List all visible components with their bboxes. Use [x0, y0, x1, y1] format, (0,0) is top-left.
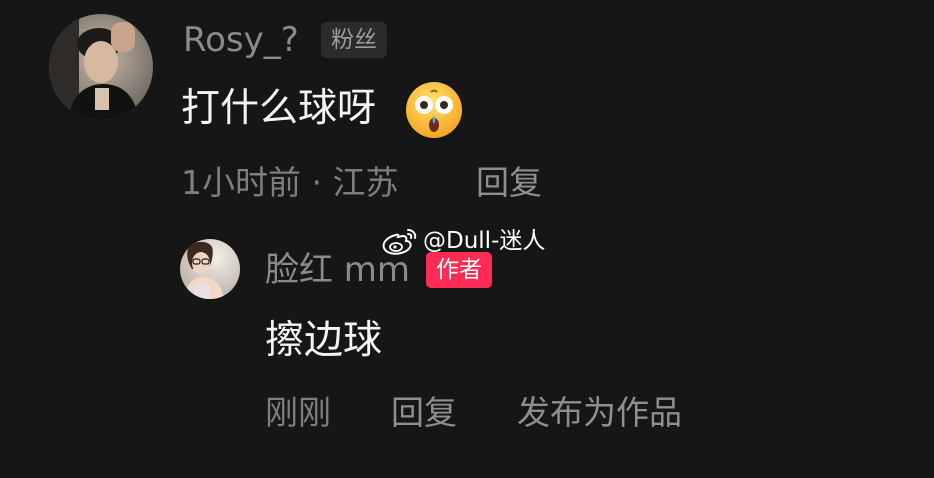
reply-text: 擦边球	[265, 318, 383, 363]
comment-thread: Rosy_? 粉丝 打什么球呀 1小时前 · 江苏 回复 @Dull-迷人 脸红…	[0, 0, 934, 478]
reply-button[interactable]: 回复	[476, 162, 542, 204]
comment-meta: 1小时前 · 江苏	[181, 163, 399, 202]
commenter-username[interactable]: Rosy_?	[183, 20, 299, 60]
fan-badge: 粉丝	[321, 22, 387, 58]
author-avatar[interactable]	[180, 239, 240, 299]
author-badge: 作者	[426, 252, 492, 288]
reply-to-reply-button[interactable]: 回复	[391, 392, 457, 434]
comment-text: 打什么球呀	[181, 86, 377, 131]
publish-as-post-button[interactable]: 发布为作品	[517, 392, 682, 434]
astonished-face-icon	[404, 80, 464, 140]
commenter-avatar[interactable]	[49, 14, 153, 120]
author-username[interactable]: 脸红 mm	[265, 250, 410, 290]
reply-timestamp: 刚刚	[265, 393, 331, 432]
